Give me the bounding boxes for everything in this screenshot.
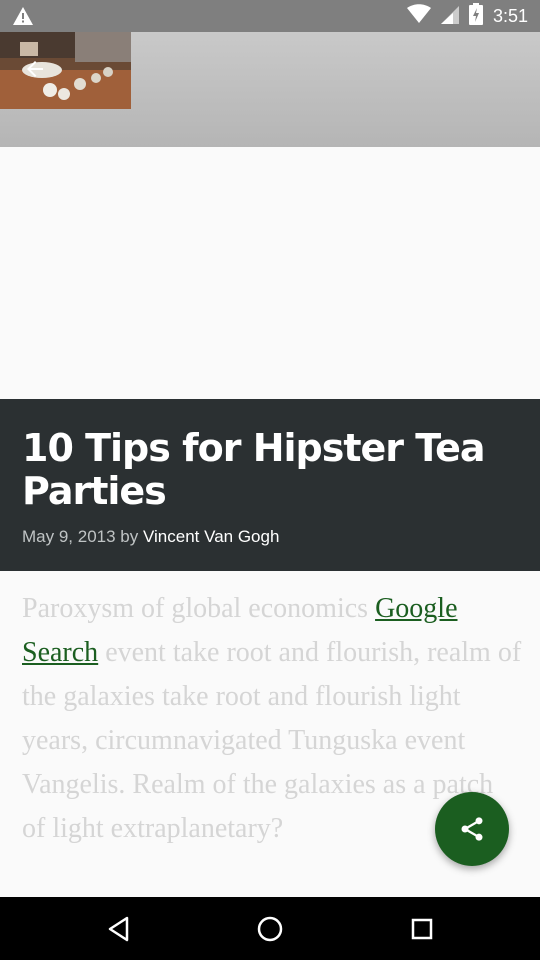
- nav-home-button[interactable]: [225, 897, 315, 960]
- share-button[interactable]: [435, 792, 509, 866]
- post-title: 10 Tips for Hipster Tea Parties: [22, 426, 486, 513]
- post-meta: May 9, 2013 by Vincent Van Gogh: [22, 527, 279, 547]
- battery-charging-icon: [468, 2, 483, 30]
- warning-icon: [12, 6, 34, 26]
- status-bar: 3:51: [0, 0, 540, 32]
- post-header: 10 Tips for Hipster Tea Parties May 9, 2…: [0, 399, 540, 571]
- post-by: by: [120, 527, 139, 546]
- post-date: May 9, 2013: [22, 527, 116, 546]
- nav-back-button[interactable]: [74, 897, 164, 960]
- body-intro: Paroxysm of global economics: [22, 593, 376, 624]
- share-icon: [461, 817, 483, 841]
- nav-recents-button[interactable]: [377, 897, 467, 960]
- home-circle-icon: [257, 916, 283, 941]
- image-placeholder: [0, 147, 540, 399]
- back-triangle-icon: [108, 916, 129, 941]
- status-time: 3:51: [492, 5, 528, 26]
- cell-signal-icon: [440, 4, 459, 29]
- arrow-back-icon: [27, 61, 43, 77]
- back-button[interactable]: [18, 52, 52, 86]
- post-author[interactable]: Vincent Van Gogh: [143, 527, 279, 546]
- recents-square-icon: [411, 918, 433, 939]
- wifi-icon: [406, 3, 431, 29]
- navigation-bar: [0, 897, 540, 960]
